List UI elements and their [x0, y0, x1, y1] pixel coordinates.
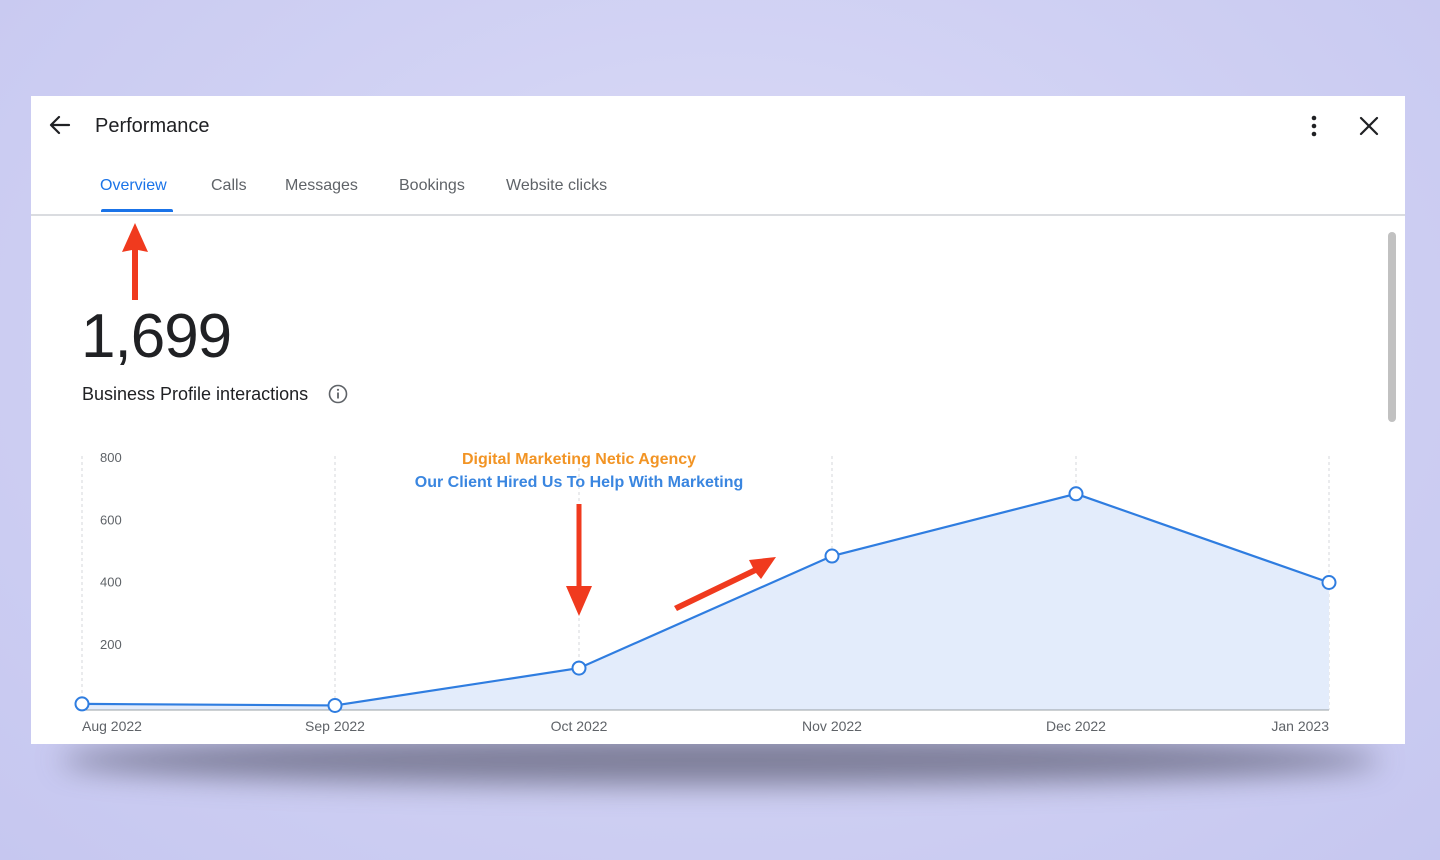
performance-panel: Performance Overview Calls Messages Book…: [31, 96, 1405, 744]
y-tick-label: 200: [100, 637, 122, 652]
data-point-3[interactable]: [824, 548, 840, 564]
x-tick-label: Aug 2022: [82, 718, 142, 734]
info-icon: [328, 384, 348, 404]
annotation-arrow-up: [122, 223, 148, 300]
x-tick-label: Sep 2022: [305, 718, 365, 734]
y-tick-label: 600: [100, 512, 122, 527]
annotation-client-note: Our Client Hired Us To Help With Marketi…: [415, 474, 743, 491]
data-point-5[interactable]: [1321, 575, 1337, 590]
tab-messages[interactable]: Messages: [285, 177, 358, 195]
x-axis-ticks: Aug 2022 Sep 2022 Oct 2022 Nov 2022 Dec 2022…: [82, 718, 1329, 734]
tab-overview[interactable]: Overview: [100, 177, 167, 195]
active-tab-indicator: [101, 209, 173, 212]
interactions-chart: 200 400 600 800 Aug 2022 Sep 2022 Oct 2022 Nov…: [74, 450, 1337, 734]
x-tick-label: Dec 2022: [1046, 718, 1106, 734]
annotation-arrow-down: [566, 504, 592, 616]
back-button[interactable]: [47, 112, 73, 138]
series-area: [82, 493, 1329, 710]
page-title: Performance: [95, 115, 210, 137]
data-point-2[interactable]: [571, 660, 587, 676]
top-bar: Performance: [31, 96, 1405, 156]
y-tick-label: 400: [100, 575, 122, 590]
interactions-total: 1,699: [81, 302, 232, 371]
annotation-agency-name: Digital Marketing Netic Agency: [462, 451, 696, 468]
more-vert-icon: [1311, 115, 1317, 137]
x-tick-label: Oct 2022: [551, 718, 608, 734]
x-tick-label: Nov 2022: [802, 718, 862, 734]
x-tick-label: Jan 2023: [1271, 718, 1329, 734]
arrow-back-icon: [49, 115, 71, 135]
info-button[interactable]: [327, 383, 349, 405]
scrollbar-thumb[interactable]: [1388, 232, 1396, 422]
data-point-1[interactable]: [327, 697, 343, 713]
interactions-label: Business Profile interactions: [82, 384, 309, 404]
y-tick-label: 800: [100, 450, 122, 465]
tab-calls[interactable]: Calls: [211, 177, 247, 195]
data-point-0[interactable]: [74, 696, 90, 712]
close-button[interactable]: [1357, 114, 1381, 138]
y-axis-ticks: 200 400 600 800: [100, 450, 122, 652]
tab-bookings[interactable]: Bookings: [399, 177, 465, 195]
close-icon: [1359, 116, 1379, 136]
tab-website-clicks[interactable]: Website clicks: [506, 177, 607, 195]
more-options-button[interactable]: [1302, 113, 1326, 139]
tab-bar: Overview Calls Messages Bookings Website…: [31, 156, 1405, 216]
data-point-4[interactable]: [1068, 486, 1084, 502]
